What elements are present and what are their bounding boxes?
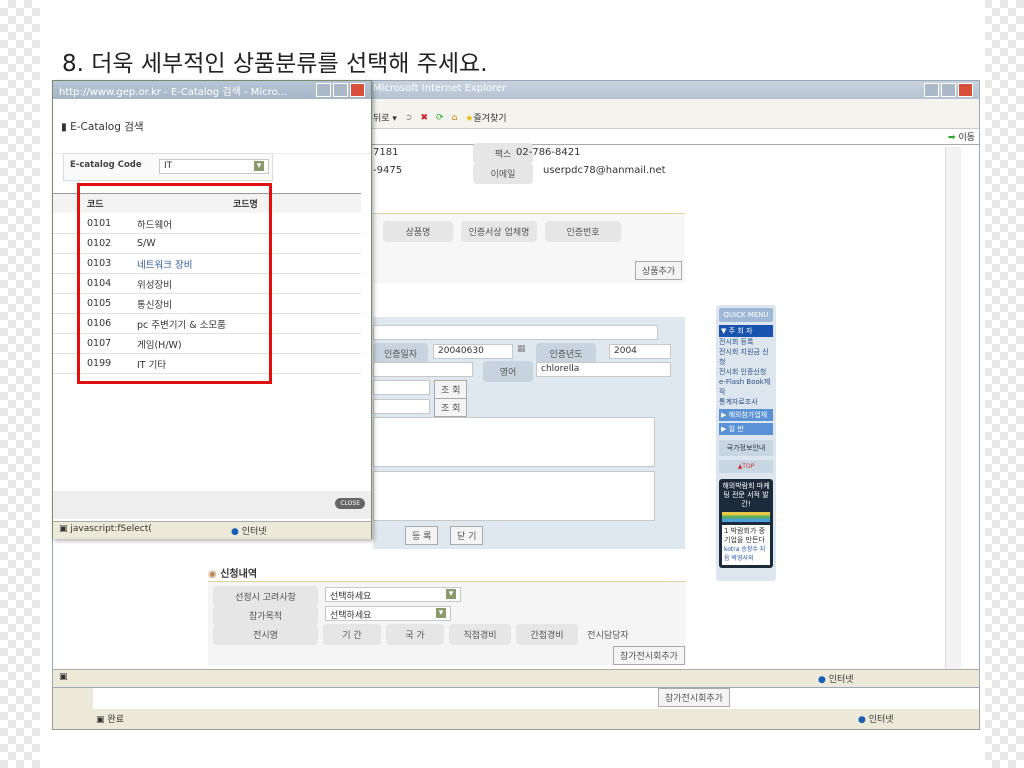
consider-label: 선정시 고려사항	[213, 586, 318, 607]
minimize-button[interactable]	[924, 83, 939, 97]
globe-icon: ●	[858, 715, 869, 725]
globe-icon: ●	[818, 675, 826, 685]
back-button[interactable]: 뒤로 ▾	[373, 111, 397, 124]
book-banner[interactable]: 해외박람회 마케팅 전문 서적 발간! 1 박람회가 중기업을 만든다 kotra…	[719, 479, 773, 568]
chevron-down-icon: ▾	[436, 608, 446, 618]
col-manager: 전시담당자	[587, 631, 629, 641]
chevron-down-icon: ▾	[254, 161, 264, 171]
textarea-2[interactable]	[373, 471, 655, 521]
code-input-1[interactable]	[373, 380, 430, 395]
chevron-down-icon: ▾	[446, 589, 456, 599]
email-label: 이메일	[473, 163, 533, 184]
add-exhibition-button[interactable]: 참가전시회추가	[613, 646, 685, 665]
top-button[interactable]: ▲TOP	[719, 460, 773, 473]
purpose-select[interactable]: 선택하세요 ▾	[325, 606, 451, 621]
col-exhibition: 전시명	[213, 624, 318, 645]
maximize-button[interactable]	[333, 83, 348, 97]
english-label: 영어	[483, 361, 533, 382]
lookup-button-2[interactable]: 조 회	[434, 398, 468, 417]
phone-2: -9475	[373, 165, 403, 176]
favorites-button[interactable]: ★즐겨찾기	[465, 111, 506, 124]
page-icon: ▣	[96, 715, 108, 725]
maximize-button[interactable]	[941, 83, 956, 97]
close-button[interactable]	[958, 83, 973, 97]
vertical-scrollbar[interactable]	[945, 147, 961, 669]
back-add-exhibition-button[interactable]: 참가전시회추가	[658, 688, 730, 707]
popup-status-bar: ▣ javascript:fSelect( ● 인터넷	[53, 521, 371, 539]
page-icon: ▣	[59, 524, 71, 534]
status-bar: ▣ ● 인터넷	[53, 669, 979, 687]
purpose-label: 참가목적	[213, 605, 318, 626]
cert-year-input[interactable]: 2004	[609, 344, 671, 359]
back-window: 참가전시회추가 ▣ 완료 ● 인터넷	[52, 686, 980, 730]
add-product-button[interactable]: 상품추가	[635, 261, 683, 280]
close-window-button[interactable]	[350, 83, 365, 97]
col-product-name: 상품명	[383, 221, 453, 242]
col-country: 국 가	[386, 624, 444, 645]
page-icon: ▣	[59, 672, 68, 682]
quick-link[interactable]: 전시회 지원금 신청	[719, 347, 773, 367]
quick-menu: QUICK MENU ▼ 주 최 자 전시회 등록 전시회 지원금 신청 전시회…	[716, 305, 776, 581]
quick-section-host[interactable]: ▼ 주 최 자	[719, 325, 773, 337]
forward-icon[interactable]: ➲	[405, 113, 413, 123]
national-info-link[interactable]: 국가정보안내	[719, 440, 773, 456]
code-filter: E-catalog Code IT ▾	[63, 153, 273, 181]
quick-link[interactable]: 통계자료조사	[719, 397, 773, 407]
calendar-icon[interactable]: ▦	[517, 344, 526, 354]
globe-icon: ●	[231, 527, 239, 537]
phone-1: 7181	[373, 147, 399, 158]
email-value: userpdc78@hanmail.net	[543, 165, 666, 176]
lookup-button-1[interactable]: 조 회	[434, 380, 468, 399]
english-input[interactable]: chlorella	[536, 362, 671, 377]
korean-name-input[interactable]	[373, 362, 473, 377]
slide-title: 8. 더욱 세부적인 상품분류를 선택해 주세요.	[62, 51, 488, 77]
application-heading: ◉ 신청내역	[208, 569, 258, 580]
cert-date-input[interactable]: 20040630	[433, 344, 513, 359]
quick-link[interactable]: e-Flash Book제작	[719, 377, 773, 397]
highlight-box	[77, 183, 272, 384]
status-text: 완료	[107, 715, 124, 725]
quick-link[interactable]: 전시회 등록	[719, 337, 773, 347]
fax-value: 02-786-8421	[516, 147, 581, 158]
stop-icon[interactable]: ✖	[421, 113, 429, 123]
quick-link[interactable]: 전시회 인증신청	[719, 367, 773, 377]
text-field[interactable]	[373, 325, 658, 340]
col-cert-number: 인증번호	[545, 221, 621, 242]
quick-section-general[interactable]: ▶ 일 반	[719, 423, 773, 435]
close-button[interactable]: CLOSE	[335, 498, 365, 509]
cert-year-label: 인증년도	[536, 343, 596, 364]
cert-date-label: 인증일자	[373, 343, 428, 364]
catalog-code-select[interactable]: IT ▾	[159, 159, 269, 174]
col-period: 기 간	[323, 624, 381, 645]
popup-heading: ▮ E-Catalog 검색	[53, 99, 371, 154]
quick-section-exhibitor[interactable]: ▶ 해외참가업체	[719, 409, 773, 421]
close-form-button[interactable]: 닫 기	[450, 526, 484, 545]
col-company: 인증서상 업체명	[461, 221, 537, 242]
refresh-icon[interactable]: ⟳	[436, 113, 444, 123]
home-icon[interactable]: ⌂	[452, 113, 458, 123]
window-title: Microsoft Internet Explorer	[373, 83, 507, 94]
textarea-1[interactable]	[373, 417, 655, 467]
popup-window: http://www.gep.or.kr - E-Catalog 검색 - Mi…	[52, 80, 372, 539]
popup-title: http://www.gep.or.kr - E-Catalog 검색 - Mi…	[59, 87, 287, 98]
popup-footer: CLOSE	[53, 491, 371, 519]
consider-select[interactable]: 선택하세요 ▾	[325, 587, 461, 602]
code-input-2[interactable]	[373, 399, 430, 414]
back-zone: ● 인터넷	[858, 715, 894, 725]
go-button[interactable]: ➡ 이동	[948, 130, 975, 143]
bullet-icon: ◉	[208, 569, 221, 580]
minimize-button[interactable]	[316, 83, 331, 97]
col-direct-cost: 직접경비	[449, 624, 511, 645]
col-indirect-cost: 간접경비	[516, 624, 578, 645]
register-button[interactable]: 등 록	[405, 526, 439, 545]
back-status: ▣ 완료	[93, 709, 127, 728]
